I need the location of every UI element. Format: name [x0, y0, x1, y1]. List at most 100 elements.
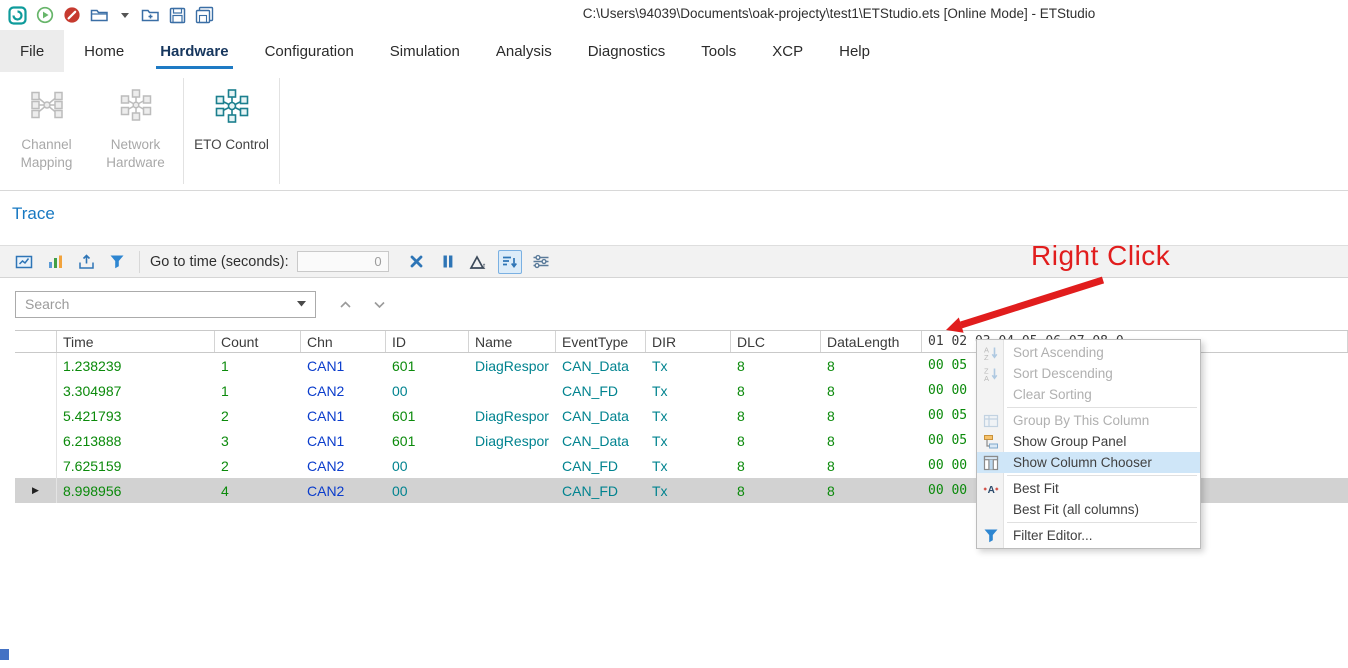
search-placeholder: Search: [25, 296, 291, 312]
column-header-eventtype[interactable]: EventType: [556, 331, 646, 352]
cell-name: DiagRespor: [469, 403, 556, 428]
column-header-name[interactable]: Name: [469, 331, 556, 352]
cell-chn: CAN1: [301, 428, 386, 453]
cell-event: CAN_FD: [556, 378, 646, 403]
tab-tools[interactable]: Tools: [683, 30, 754, 72]
bar-chart-icon: [47, 254, 64, 270]
tab-hardware[interactable]: Hardware: [142, 30, 246, 72]
save-all-button[interactable]: [195, 4, 214, 26]
cell-id: 601: [386, 403, 469, 428]
clear-button[interactable]: [405, 250, 429, 274]
cell-dlc: 8: [731, 353, 821, 378]
run-button[interactable]: [36, 4, 54, 26]
combo-dropdown-icon[interactable]: [297, 301, 306, 307]
toolbar-right-icons: t: [405, 250, 553, 274]
cell-dlc: 8: [731, 453, 821, 478]
tab-analysis[interactable]: Analysis: [478, 30, 570, 72]
app-logo-button[interactable]: [8, 4, 27, 26]
column-chooser-icon: [983, 455, 999, 471]
cell-count: 1: [215, 378, 301, 403]
tab-home[interactable]: Home: [66, 30, 142, 72]
network-hardware-button[interactable]: Network Hardware: [91, 72, 180, 190]
cell-count: 1: [215, 353, 301, 378]
cell-dir: Tx: [646, 378, 731, 403]
open-folder-button[interactable]: [90, 4, 109, 26]
cell-dlc: 8: [731, 478, 821, 503]
column-header-chn[interactable]: Chn: [301, 331, 386, 352]
cell-time: 1.238239: [57, 353, 215, 378]
column-header-id[interactable]: ID: [386, 331, 469, 352]
menu-item-icon-cell: [977, 528, 1004, 543]
context-menu-items: AZSort AscendingZASort DescendingClear S…: [977, 342, 1200, 546]
search-previous-button[interactable]: [332, 292, 358, 316]
run-icon: [36, 6, 54, 24]
eto-control-icon: [212, 88, 252, 128]
menu-item-icon-cell: [977, 413, 1004, 429]
column-header-dlc[interactable]: DLC: [731, 331, 821, 352]
filter-settings-button[interactable]: [529, 250, 553, 274]
sort-button[interactable]: [498, 250, 522, 274]
eto-control-button[interactable]: ETO Control: [187, 72, 276, 190]
record-button[interactable]: [63, 4, 81, 26]
menu-item-show-column-chooser[interactable]: Show Column Chooser: [977, 452, 1200, 473]
column-header-count[interactable]: Count: [215, 331, 301, 352]
row-indicator: ▶: [15, 478, 57, 503]
delta-time-button[interactable]: t: [467, 250, 491, 274]
column-header-dir[interactable]: DIR: [646, 331, 731, 352]
menu-item-best-fit-all-columns[interactable]: Best Fit (all columns): [977, 499, 1200, 520]
new-folder-button[interactable]: [141, 4, 160, 26]
row-indicator: [15, 378, 57, 403]
tab-file[interactable]: File: [0, 30, 64, 72]
svg-text:t: t: [483, 262, 486, 270]
dropdown-icon: [121, 13, 129, 18]
search-input[interactable]: Search: [15, 291, 316, 318]
dropdown-button[interactable]: [118, 4, 132, 26]
menu-separator: [1007, 522, 1197, 523]
cell-time: 8.998956: [57, 478, 215, 503]
ribbon-group-separator: [279, 78, 280, 184]
tab-help[interactable]: Help: [821, 30, 888, 72]
search-next-button[interactable]: [366, 292, 392, 316]
save-button[interactable]: [169, 4, 186, 26]
menu-item-show-group-panel[interactable]: Show Group Panel: [977, 431, 1200, 452]
column-header-time[interactable]: Time: [57, 331, 215, 352]
export-button[interactable]: [74, 250, 98, 274]
menu-item-label: Clear Sorting: [1004, 387, 1092, 402]
new-folder-icon: [141, 7, 160, 23]
trace-window-button[interactable]: [12, 250, 36, 274]
sort-asc-icon: AZ: [983, 345, 999, 361]
sort-desc-icon: ZA: [983, 366, 999, 382]
channel-mapping-icon: [28, 88, 66, 128]
menu-separator: [1007, 475, 1197, 476]
cell-chn: CAN2: [301, 478, 386, 503]
cell-event: CAN_Data: [556, 353, 646, 378]
cell-id: 00: [386, 453, 469, 478]
delta-time-icon: t: [469, 254, 488, 270]
filter-button[interactable]: [105, 250, 129, 274]
trace-panel-title: Trace: [12, 204, 55, 224]
goto-time-input[interactable]: [297, 251, 389, 272]
tab-configuration[interactable]: Configuration: [247, 30, 372, 72]
column-header-datalength[interactable]: DataLength: [821, 331, 922, 352]
cell-count: 3: [215, 428, 301, 453]
cell-datalength: 8: [821, 403, 922, 428]
tab-simulation[interactable]: Simulation: [372, 30, 478, 72]
tab-diagnostics[interactable]: Diagnostics: [570, 30, 684, 72]
pause-button[interactable]: [436, 250, 460, 274]
cell-event: CAN_Data: [556, 428, 646, 453]
menu-item-best-fit[interactable]: ABest Fit: [977, 478, 1200, 499]
menu-item-label: Sort Ascending: [1004, 345, 1104, 360]
channel-mapping-label: Channel Mapping: [2, 136, 91, 171]
cell-datalength: 8: [821, 453, 922, 478]
tab-xcp[interactable]: XCP: [754, 30, 821, 72]
channel-mapping-button[interactable]: Channel Mapping: [2, 72, 91, 190]
bar-chart-button[interactable]: [43, 250, 67, 274]
cell-datalength: 8: [821, 378, 922, 403]
window-title: C:\Users\94039\Documents\oak-projecty\te…: [340, 6, 1338, 21]
menu-item-sort-ascending: AZ Sort Ascending: [977, 342, 1200, 363]
menu-item-filter-editor[interactable]: Filter Editor...: [977, 525, 1200, 546]
cell-time: 5.421793: [57, 403, 215, 428]
cell-count: 4: [215, 478, 301, 503]
row-indicator: [15, 353, 57, 378]
clear-icon: [409, 254, 424, 269]
